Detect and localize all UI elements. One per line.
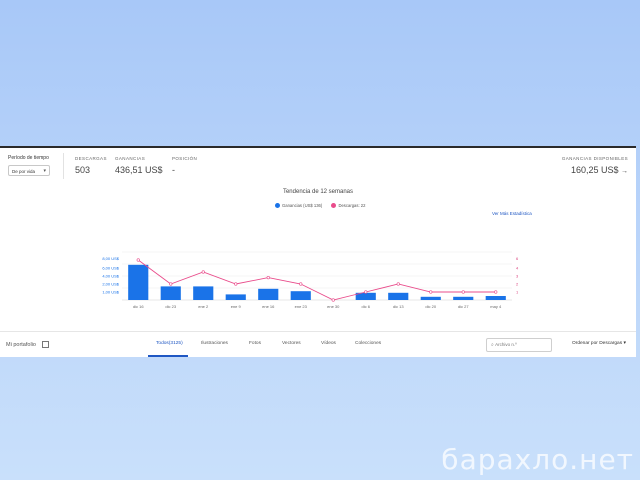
downloads-line [137, 259, 496, 301]
arrow-right-icon: → [621, 168, 628, 175]
chevron-down-icon: ▾ [623, 341, 626, 346]
file-search-input[interactable] [495, 342, 546, 347]
chevron-down-icon: ▾ [43, 168, 46, 174]
x-tick-label: ene 2 [198, 304, 209, 309]
sort-dropdown[interactable]: Ordenar por Descargas ▾ [572, 341, 626, 346]
position-value: - [172, 165, 175, 175]
x-tick-label: dic 23 [165, 304, 176, 309]
y2-tick-label: 3 [516, 274, 519, 279]
earnings-bar [453, 296, 474, 300]
x-tick-label: dic 6 [362, 304, 371, 309]
tab-illustrations[interactable]: Ilustraciones [201, 341, 228, 346]
legend-item-earnings: Ganancias (US$ 136) [275, 203, 323, 209]
earnings-bar [193, 286, 214, 300]
earnings-bar [225, 294, 246, 300]
position-label: POSICIÓN [172, 156, 198, 161]
legend-downloads-label: Descargas: 22 [338, 203, 366, 208]
x-tick-label: ene 9 [231, 304, 242, 309]
y2-tick-label: 2 [516, 282, 519, 287]
x-tick-label: dic 27 [458, 304, 469, 309]
statistics-panel: Período de tiempo De por vida ▾ DESCARGA… [0, 146, 636, 357]
available-earnings-value[interactable]: 160,25 US$ → [571, 165, 628, 175]
portfolio-tabs-bar: Mi portafolio Todos(3125) Ilustraciones … [0, 331, 636, 358]
my-portfolio-link[interactable]: Mi portafolio [6, 341, 49, 348]
downloads-point [494, 290, 498, 294]
search-icon: ⌕ [491, 342, 494, 348]
downloads-point [331, 298, 335, 302]
downloads-point [234, 282, 238, 286]
earnings-bar [485, 296, 506, 300]
y-tick-label: 8,00 US$ [102, 256, 119, 261]
y-tick-label: 1,00 US$ [102, 290, 119, 295]
x-tick-label: may 4 [490, 304, 502, 309]
legend-earnings-label: Ganancias (US$ 136) [282, 203, 323, 208]
sort-label: Ordenar por Descargas [572, 341, 623, 346]
downloads-point [201, 270, 205, 274]
x-tick-label: dic 13 [393, 304, 404, 309]
y-tick-label: 4,00 US$ [102, 274, 119, 279]
downloads-value: 503 [75, 165, 91, 175]
chart-title: Tendencia de 12 semanas [282, 189, 354, 195]
divider [63, 153, 64, 179]
tab-all[interactable]: Todos(3125) [156, 341, 183, 346]
available-earnings-label: GANANCIAS DISPONIBLES [561, 156, 628, 161]
downloads-point [396, 282, 400, 286]
stats-header: Período de tiempo De por vida ▾ DESCARGA… [0, 148, 636, 182]
period-select-value: De por vida [12, 169, 36, 174]
tab-photos[interactable]: Fotos [249, 341, 261, 346]
y-tick-label: 6,00 US$ [102, 266, 119, 271]
downloads-point [169, 282, 173, 286]
watermark: барахло.нет [441, 443, 634, 476]
earnings-bar [420, 296, 441, 300]
tab-videos[interactable]: Vídeos [321, 341, 336, 346]
y2-tick-label: 4 [516, 266, 519, 271]
downloads-point [429, 290, 433, 294]
downloads-point [461, 290, 465, 294]
downloads-point [266, 276, 270, 280]
y-tick-label: 2,00 US$ [102, 282, 119, 287]
chart-legend: Ganancias (US$ 136) Descargas: 22 [275, 203, 373, 209]
x-tick-label: ene 30 [327, 304, 340, 309]
trend-chart: 1,00 US$ 2,00 US$ 4,00 US$ 6,00 US$ 8,00 US$… [102, 251, 519, 309]
earnings-bar [128, 264, 149, 300]
earnings-label: GANANCIAS [115, 156, 146, 161]
active-tab-indicator [148, 355, 188, 357]
downloads-point [136, 258, 140, 262]
x-tick-label: ene 23 [295, 304, 308, 309]
x-tick-label: dic 20 [425, 304, 436, 309]
earnings-value: 436,51 US$ [115, 165, 163, 175]
earnings-bar [388, 292, 409, 300]
earnings-dot-icon [275, 203, 280, 209]
tab-collections[interactable]: Colecciones [355, 341, 381, 346]
see-more-stats-link[interactable]: Ver Más Estadística [492, 211, 532, 216]
period-select[interactable]: De por vida ▾ [8, 165, 50, 176]
x-tick-label: ene 16 [262, 304, 275, 309]
tab-vectors[interactable]: Vectores [282, 341, 301, 346]
portfolio-label: Mi portafolio [6, 341, 36, 348]
period-label: Período de tiempo [8, 155, 49, 161]
available-earnings-amount: 160,25 US$ [570, 165, 619, 175]
downloads-point [299, 282, 303, 286]
earnings-bar [258, 288, 279, 300]
legend-item-downloads: Descargas: 22 [331, 203, 366, 209]
external-link-icon [41, 341, 49, 348]
y2-tick-label: 6 [516, 256, 519, 261]
downloads-label: DESCARGAS [75, 156, 107, 161]
downloads-point [364, 290, 368, 294]
earnings-bar [160, 286, 181, 300]
earnings-bar [290, 291, 311, 300]
downloads-dot-icon [331, 203, 337, 209]
y2-tick-label: 1 [516, 290, 519, 295]
file-search-box[interactable]: ⌕ [486, 338, 552, 352]
x-tick-label: dic 16 [133, 304, 144, 309]
